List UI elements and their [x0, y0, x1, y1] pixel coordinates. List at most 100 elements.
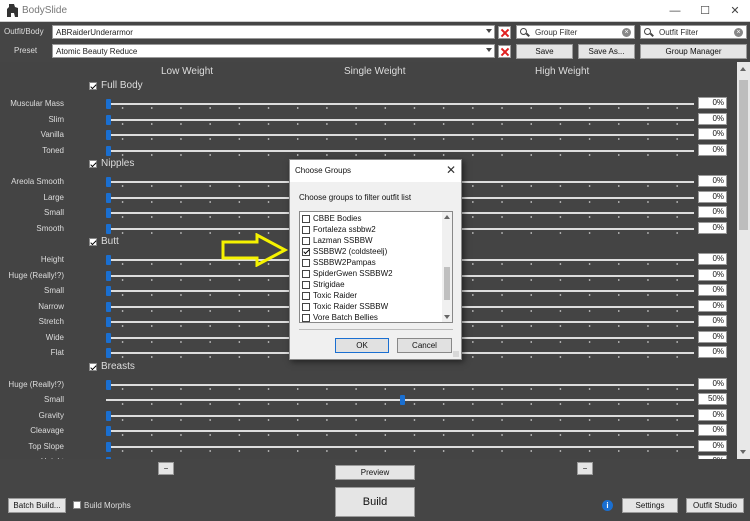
slider-value-field[interactable]: 0%	[698, 284, 727, 296]
minimize-icon[interactable]: —	[660, 0, 690, 22]
slider-thumb[interactable]	[106, 130, 111, 140]
low-minus-button[interactable]: −	[158, 462, 174, 475]
preset-label: Preset	[14, 46, 38, 55]
slider-track[interactable]	[106, 430, 694, 432]
group-checkbox[interactable]	[302, 215, 310, 223]
slider-value-field[interactable]: 0%	[698, 299, 727, 312]
slider-thumb[interactable]	[106, 223, 111, 234]
close-icon[interactable]: ✕	[720, 0, 750, 22]
group-checkbox[interactable]	[302, 303, 310, 311]
group-list-scrollbar[interactable]	[442, 212, 452, 322]
slider-thumb[interactable]	[106, 192, 111, 203]
slider-value-field[interactable]: 0%	[698, 206, 727, 218]
build-button[interactable]: Build	[335, 487, 415, 517]
cancel-button[interactable]: Cancel	[397, 338, 452, 353]
section-checkbox[interactable]	[89, 82, 97, 90]
slider-thumb[interactable]	[106, 426, 111, 436]
slider-value-field[interactable]: 0%	[698, 346, 727, 358]
slider-thumb[interactable]	[106, 379, 111, 390]
outfit-filter-input[interactable]: Outfit Filter ×	[640, 25, 747, 39]
slider-track[interactable]	[106, 103, 694, 105]
save-button[interactable]: Save	[516, 44, 573, 59]
slider-track[interactable]	[106, 118, 694, 121]
slider-thumb[interactable]	[106, 145, 111, 156]
slider-track[interactable]	[106, 445, 694, 448]
group-checkbox[interactable]	[302, 226, 310, 234]
section-checkbox[interactable]	[89, 160, 97, 168]
slider-thumb[interactable]	[106, 332, 111, 343]
group-checkbox[interactable]	[302, 281, 310, 289]
slider-value-field[interactable]: 0%	[698, 128, 727, 140]
group-checkbox[interactable]	[302, 314, 310, 322]
slider-value-field[interactable]: 0%	[698, 330, 727, 343]
slider-value-field[interactable]: 0%	[698, 143, 727, 156]
section-checkbox[interactable]	[89, 362, 97, 371]
slider-thumb[interactable]	[106, 348, 111, 358]
clear-preset-x-icon[interactable]	[498, 45, 511, 58]
slider-thumb[interactable]	[106, 410, 111, 421]
slider-track[interactable]	[106, 134, 694, 136]
outfit-dropdown[interactable]: ABRaiderUnderarmor	[52, 25, 495, 39]
slider-value-field[interactable]: 0%	[698, 408, 727, 421]
slider-value-field[interactable]: 0%	[698, 424, 727, 436]
slider-thumb[interactable]	[106, 114, 111, 125]
group-checkbox[interactable]	[302, 237, 310, 245]
dialog-close-icon[interactable]: ✕	[446, 163, 456, 177]
info-icon[interactable]: i	[602, 500, 613, 511]
scrollbar-thumb[interactable]	[444, 267, 450, 300]
save-as-button[interactable]: Save As...	[578, 44, 635, 59]
clear-outfit-x-icon[interactable]	[498, 26, 511, 39]
slider-value-field[interactable]: 0%	[698, 377, 727, 390]
ok-button[interactable]: OK	[335, 338, 389, 353]
slider-track[interactable]	[106, 414, 694, 417]
scroll-down-icon[interactable]	[740, 450, 746, 454]
scroll-down-icon[interactable]	[444, 315, 450, 319]
high-minus-button[interactable]: −	[577, 462, 593, 475]
slider-track[interactable]	[106, 383, 694, 386]
slider-thumb[interactable]	[106, 99, 111, 109]
group-checkbox[interactable]	[302, 248, 310, 256]
section-checkbox[interactable]	[89, 238, 97, 246]
slider-label: Toned	[42, 145, 64, 155]
slider-thumb[interactable]	[106, 270, 111, 281]
resize-grip-icon[interactable]	[453, 351, 459, 357]
slider-thumb[interactable]	[106, 317, 111, 327]
slider-value-field[interactable]: 0%	[698, 175, 727, 187]
slider-thumb[interactable]	[106, 301, 111, 312]
settings-button[interactable]: Settings	[622, 498, 678, 513]
slider-thumb[interactable]	[106, 255, 111, 265]
group-checkbox[interactable]	[302, 259, 310, 267]
slider-track[interactable]	[106, 149, 694, 152]
batch-build-button[interactable]: Batch Build...	[8, 498, 66, 513]
slider-thumb[interactable]	[400, 395, 405, 405]
slider-value-field[interactable]: 0%	[698, 439, 727, 452]
slider-thumb[interactable]	[106, 286, 111, 296]
slider-thumb[interactable]	[106, 177, 111, 187]
main-scrollbar[interactable]	[737, 62, 750, 459]
group-manager-button[interactable]: Group Manager	[640, 44, 747, 59]
outfit-studio-button[interactable]: Outfit Studio	[686, 498, 744, 513]
maximize-icon[interactable]: ☐	[690, 0, 720, 22]
scroll-up-icon[interactable]	[740, 67, 746, 71]
slider-ticks	[108, 153, 692, 156]
slider-value-field[interactable]: 0%	[698, 268, 727, 281]
clear-filter-icon[interactable]: ×	[622, 28, 631, 37]
slider-value-field[interactable]: 0%	[698, 315, 727, 327]
scroll-up-icon[interactable]	[444, 215, 450, 219]
group-filter-input[interactable]: Group Filter ×	[516, 25, 635, 39]
scrollbar-thumb[interactable]	[739, 80, 748, 230]
slider-thumb[interactable]	[106, 208, 111, 218]
slider-value-field[interactable]: 0%	[698, 112, 727, 125]
build-morphs-checkbox[interactable]	[73, 501, 81, 509]
slider-thumb[interactable]	[106, 441, 111, 452]
preview-button[interactable]: Preview	[335, 465, 415, 480]
slider-value-field[interactable]: 0%	[698, 221, 727, 234]
slider-value-field[interactable]: 50%	[698, 393, 727, 405]
clear-filter-icon[interactable]: ×	[734, 28, 743, 37]
group-checkbox[interactable]	[302, 292, 310, 300]
slider-value-field[interactable]: 0%	[698, 97, 727, 109]
slider-value-field[interactable]: 0%	[698, 253, 727, 265]
slider-value-field[interactable]: 0%	[698, 190, 727, 203]
preset-dropdown[interactable]: Atomic Beauty Reduce	[52, 44, 495, 58]
group-checkbox[interactable]	[302, 270, 310, 278]
